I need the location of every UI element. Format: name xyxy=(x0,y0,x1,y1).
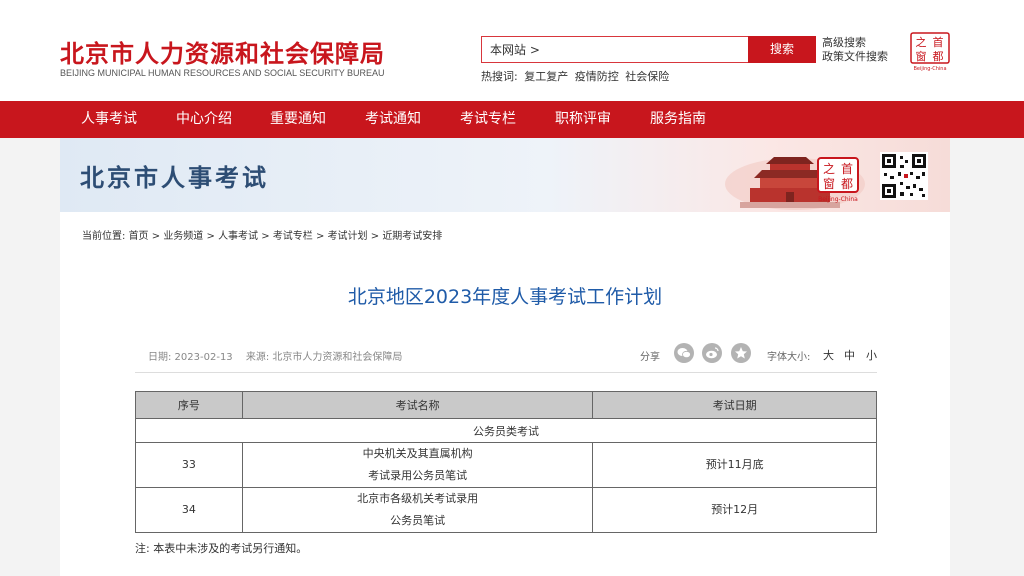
meta-divider xyxy=(135,372,877,373)
advanced-search-link[interactable]: 高级搜索 xyxy=(822,36,888,50)
row-exam-date: 预计11月底 xyxy=(592,442,877,488)
font-size-small[interactable]: 小 xyxy=(866,347,877,363)
table-note: 注: 本表中未涉及的考试另行通知。 xyxy=(135,542,308,555)
hot-word[interactable]: 疫情防控 xyxy=(575,70,619,83)
font-size-medium[interactable]: 中 xyxy=(844,347,855,363)
banner-title: 北京市人事考试 xyxy=(80,164,269,192)
table-row: 34 北京市各级机关考试录用 公务员笔试 预计12月 xyxy=(135,487,877,533)
search-button[interactable]: 搜索 xyxy=(748,36,816,63)
table-section-row: 公务员类考试 xyxy=(135,418,877,443)
search-input[interactable] xyxy=(482,37,748,62)
section-civil-servant: 公务员类考试 xyxy=(135,418,877,443)
breadcrumb-item[interactable]: 考试专栏 xyxy=(273,231,313,242)
logo-caption: Beijing-China xyxy=(913,66,946,72)
row-exam-name: 中央机关及其直属机构 考试录用公务员笔试 xyxy=(241,442,594,488)
exam-name-line: 中央机关及其直属机构 xyxy=(362,447,473,460)
column-header-exam-name: 考试名称 xyxy=(241,391,594,419)
share-label: 分享 xyxy=(640,352,660,363)
breadcrumb-item[interactable]: 近期考试安排 xyxy=(382,231,442,242)
qr-code-icon[interactable] xyxy=(880,152,928,200)
search-box xyxy=(481,36,749,63)
hot-words-label: 热搜词: xyxy=(481,70,518,83)
svg-text:都: 都 xyxy=(841,177,853,191)
table-row: 33 中央机关及其直属机构 考试录用公务员笔试 预计11月底 xyxy=(135,442,877,488)
hot-word[interactable]: 复工复产 xyxy=(524,70,568,83)
nav-item-personnel-exam[interactable]: 人事考试 xyxy=(81,101,137,138)
section-banner: 北京市人事考试 之 首 窗 都 Beijing-China xyxy=(60,138,950,212)
site-title[interactable]: 北京市人力资源和社会保障局 xyxy=(60,34,385,69)
svg-text:首: 首 xyxy=(841,162,853,176)
site-header: 北京市人力资源和社会保障局 BEIJING MUNICIPAL HUMAN RE… xyxy=(0,0,1024,101)
article-panel: 当前位置: 首页 > 业务频道 > 人事考试 > 考试专栏 > 考试计划 > 近… xyxy=(60,212,950,576)
weibo-icon[interactable] xyxy=(702,343,722,363)
exam-name-line: 公务员笔试 xyxy=(390,514,446,527)
svg-text:窗: 窗 xyxy=(916,49,927,63)
article-meta: 日期: 2023-02-13 来源: 北京市人力资源和社会保障局 xyxy=(148,348,412,363)
row-number: 34 xyxy=(135,487,243,533)
wechat-icon[interactable] xyxy=(674,343,694,363)
exam-name-line: 北京市各级机关考试录用 xyxy=(357,492,479,505)
breadcrumb-label: 当前位置: xyxy=(82,231,126,242)
nav-item-exam-notice[interactable]: 考试通知 xyxy=(365,101,421,138)
search-links: 高级搜索 政策文件搜索 xyxy=(822,36,888,64)
publish-date: 日期: 2023-02-13 xyxy=(148,352,233,363)
nav-item-title-review[interactable]: 职称评审 xyxy=(555,101,611,138)
svg-text:窗: 窗 xyxy=(823,177,835,191)
exam-name-line: 考试录用公务员笔试 xyxy=(368,469,468,482)
article-title: 北京地区2023年度人事考试工作计划 xyxy=(347,286,663,308)
breadcrumb-item[interactable]: 考试计划 xyxy=(328,231,368,242)
breadcrumb-item[interactable]: 业务频道 xyxy=(163,231,203,242)
nav-item-important-notice[interactable]: 重要通知 xyxy=(270,101,326,138)
breadcrumb-item[interactable]: 人事考试 xyxy=(218,231,258,242)
banner-seal-caption: Beijing-China xyxy=(818,196,858,203)
banner-seal-icon: 之 首 窗 都 Beijing-China xyxy=(817,157,859,203)
row-number: 33 xyxy=(135,442,243,488)
hot-words: 热搜词: 复工复产 疫情防控 社会保险 xyxy=(481,68,672,84)
row-exam-name: 北京市各级机关考试录用 公务员笔试 xyxy=(241,487,594,533)
breadcrumb-item[interactable]: 首页 xyxy=(129,231,149,242)
nav-item-exam-column[interactable]: 考试专栏 xyxy=(460,101,516,138)
svg-text:之: 之 xyxy=(916,35,927,49)
font-size-large[interactable]: 大 xyxy=(823,347,834,363)
capital-seal-logo: 之 首 窗 都 Beijing-China xyxy=(910,32,950,72)
column-header-exam-date: 考试日期 xyxy=(592,391,877,419)
nav-item-center-intro[interactable]: 中心介绍 xyxy=(176,101,232,138)
table-header-row: 序号 考试名称 考试日期 xyxy=(135,391,877,419)
column-header-number: 序号 xyxy=(135,391,243,419)
font-size-label: 字体大小: xyxy=(767,352,811,363)
row-exam-date: 预计12月 xyxy=(592,487,877,533)
favorite-icon[interactable] xyxy=(731,343,751,363)
nav-item-service-guide[interactable]: 服务指南 xyxy=(650,101,706,138)
svg-text:都: 都 xyxy=(933,50,944,63)
main-nav: 人事考试 中心介绍 重要通知 考试通知 考试专栏 职称评审 服务指南 xyxy=(0,101,1024,138)
exam-schedule-table: 序号 考试名称 考试日期 公务员类考试 33 中央机关及其直属机构 考试录用公务… xyxy=(135,391,877,533)
hot-word[interactable]: 社会保险 xyxy=(625,70,669,83)
article-source: 来源: 北京市人力资源和社会保障局 xyxy=(245,352,403,363)
svg-text:之: 之 xyxy=(823,162,835,176)
svg-text:首: 首 xyxy=(933,35,944,49)
site-subtitle: BEIJING MUNICIPAL HUMAN RESOURCES AND SO… xyxy=(60,68,385,78)
policy-search-link[interactable]: 政策文件搜索 xyxy=(822,50,888,64)
breadcrumb: 当前位置: 首页 > 业务频道 > 人事考试 > 考试专栏 > 考试计划 > 近… xyxy=(82,231,443,242)
